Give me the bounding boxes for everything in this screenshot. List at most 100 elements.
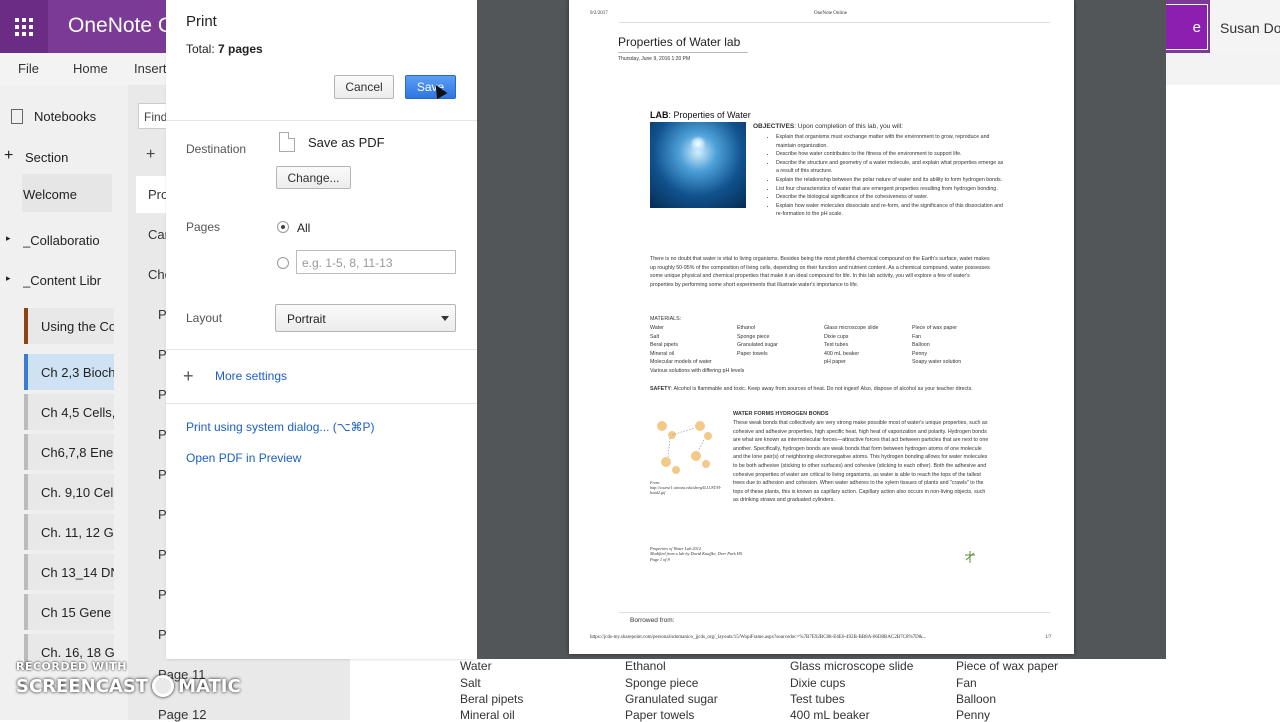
water-drop-highlight (690, 136, 706, 152)
plus-icon[interactable]: + (183, 366, 194, 386)
material-item: pH paper (824, 359, 846, 365)
pages-range-input[interactable]: e.g. 1-5, 8, 11-13 (296, 250, 456, 274)
watermark-right: MATIC (178, 675, 241, 697)
user-name[interactable]: Susan Dor (1210, 0, 1280, 53)
waffle-icon (15, 17, 33, 36)
change-destination-button[interactable]: Change... (276, 166, 351, 189)
objective-item: Describe the biological significance of … (776, 193, 1006, 202)
cancel-button[interactable]: Cancel (334, 75, 394, 99)
system-dialog-link[interactable]: Print using system dialog... (⌥⌘P) (186, 420, 375, 434)
pages-label: Pages (186, 220, 221, 234)
material-item: Salt (650, 334, 660, 340)
objective-item: Explain how water molecules dissociate a… (776, 202, 1006, 219)
pdf-document-icon (279, 132, 295, 152)
destination-value: Save as PDF (308, 135, 385, 150)
open-pdf-link[interactable]: Open PDF in Preview (186, 451, 301, 465)
find-input[interactable]: Find (138, 103, 168, 129)
section-item-selected[interactable]: Ch 2,3 Bioche (24, 354, 114, 390)
material-item: Paper towels (737, 351, 768, 357)
watermark-top: RECORDED WITH (16, 660, 127, 673)
note-text: Water (460, 659, 492, 673)
borrowed-from: Borrowed from: (630, 617, 675, 624)
objectives-intro: : Upon completion of this lab, you will: (794, 123, 903, 130)
material-item: Soapy water solution (912, 359, 962, 365)
app-launcher-button[interactable] (0, 0, 48, 53)
material-item: Dixie cups (824, 334, 849, 340)
print-total: Total: 7 pages (186, 42, 263, 56)
lab-label: LAB (650, 110, 669, 120)
lab-heading: LAB: Properties of Water (650, 110, 751, 120)
pages-all-label[interactable]: All (297, 221, 310, 235)
hydrogen-bonds-text: These weak bonds that collectively are v… (733, 420, 989, 504)
preview-header: OneNote Online (814, 11, 847, 16)
preview-footer: Properties of Water Lab 2012 Modified fr… (650, 546, 742, 562)
section-item[interactable]: Using the Co (24, 308, 114, 344)
material-item: Ethanol (737, 325, 755, 331)
pages-custom-radio[interactable] (277, 257, 289, 269)
safety-label: SAFETY (650, 386, 671, 392)
section-item[interactable]: Ch 15 Gene E (24, 594, 114, 630)
note-text: Dixie cups (790, 676, 846, 690)
preview-timestamp: Thursday, June 9, 2016 1:20 PM (618, 56, 691, 62)
objective-item: Explain the relationship between the pol… (776, 176, 1006, 185)
preview-url: https://jcds-my.sharepoint.com/personal/… (590, 635, 927, 640)
material-item: Granulated sugar (737, 342, 778, 348)
material-item: Test tubes (824, 342, 849, 348)
preview-date: 9/2/2017 (590, 11, 608, 16)
material-item: Water (650, 325, 664, 331)
total-prefix: Total: (186, 42, 219, 56)
objectives-label: OBJECTIVES (753, 123, 795, 130)
preview-doc-title: Properties of Water lab (618, 35, 741, 49)
material-item: Mineral oil (650, 351, 675, 357)
preview-page-number: 1/7 (1045, 635, 1052, 640)
note-text: Sponge piece (625, 676, 699, 690)
section-item[interactable]: Ch. 9,10 CellC (24, 474, 114, 510)
material-item: Glass microscope slide (824, 325, 879, 331)
more-settings-link[interactable]: More settings (215, 369, 287, 383)
add-section-button[interactable]: Section (25, 150, 68, 165)
chevron-right-icon[interactable]: ▸ (6, 233, 11, 244)
section-item[interactable]: Ch 13_14 DN (24, 554, 114, 590)
objective-item: List four characteristics of water that … (776, 185, 1006, 194)
add-page-icon[interactable]: + (146, 146, 155, 164)
add-icon[interactable]: + (4, 147, 13, 165)
material-item: Piece of wax paper (912, 325, 958, 331)
record-icon (152, 675, 175, 697)
layout-label: Layout (186, 311, 223, 325)
notebooks-button[interactable]: Notebooks (34, 109, 96, 124)
note-text: Salt (460, 676, 481, 690)
ribbon-tab-home[interactable]: Home (73, 61, 108, 76)
figure-caption: From: http://course1.winona.edu/sberg/IL… (650, 480, 722, 495)
objectives-list: Explain that organisms must exchange mat… (766, 133, 1006, 219)
dropdown-arrow-icon (441, 316, 449, 321)
screencast-watermark: RECORDED WITH SCREENCAST MATIC (16, 660, 241, 697)
materials-label: MATERIALS: (650, 316, 682, 322)
note-text: Ethanol (625, 659, 666, 673)
objectives-heading: OBJECTIVES: Upon completion of this lab,… (753, 123, 903, 130)
section-item[interactable]: Ch 4,5 Cells,M (24, 394, 114, 430)
hydrogen-bonds-title: WATER FORMS HYDROGEN BONDS (733, 411, 829, 417)
app-title: OneNote O (68, 14, 175, 37)
ribbon-tab-insert[interactable]: Insert (134, 61, 167, 76)
layout-select[interactable]: Portrait (275, 304, 456, 332)
safety-text: : Alcohol is flammable and toxic. Keep a… (670, 386, 973, 392)
material-item: 400 mL beaker (824, 351, 860, 357)
material-item: Fan (912, 334, 922, 340)
pages-all-radio[interactable] (277, 221, 289, 233)
hydrogen-bond-diagram (657, 421, 712, 474)
section-group-content-library[interactable]: _Content Libr (23, 273, 103, 288)
title-underline (618, 52, 748, 53)
section-group-collaboration[interactable]: _Collaboratio (23, 233, 103, 248)
page-border (619, 612, 1050, 613)
share-button[interactable]: e (1160, 4, 1208, 50)
note-text: Test tubes (790, 692, 845, 706)
objective-item: Explain that organisms must exchange mat… (776, 133, 1006, 150)
material-item: Balloon (912, 342, 930, 348)
water-splash-image (650, 122, 746, 208)
ribbon-tab-file[interactable]: File (18, 61, 39, 76)
chevron-right-icon[interactable]: ▸ (6, 273, 11, 284)
section-item[interactable]: Ch6,7,8 Energ (24, 434, 114, 470)
objective-item: Describe the structure and geometry of a… (776, 159, 1006, 176)
section-item[interactable]: Ch. 11, 12 Ge (24, 514, 114, 550)
section-welcome[interactable]: Welcome (22, 174, 112, 212)
